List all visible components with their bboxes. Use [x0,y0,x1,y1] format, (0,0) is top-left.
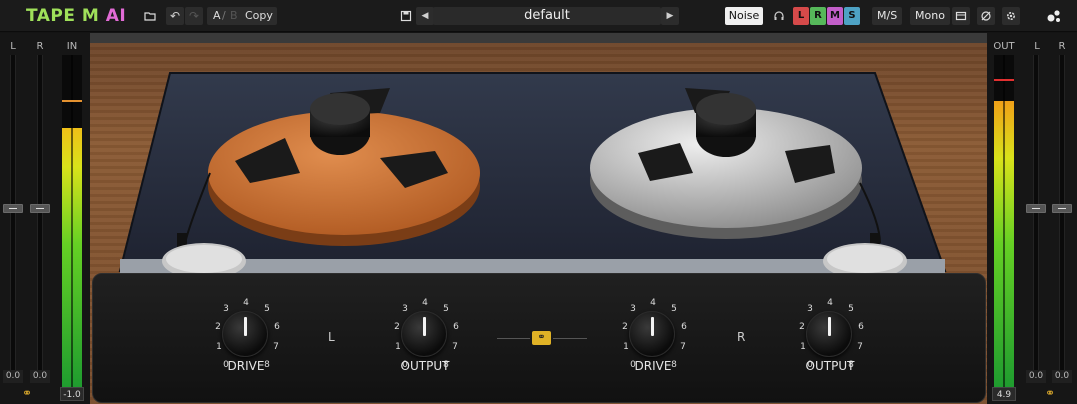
input-meter-value: -1.0 [60,387,84,401]
output-meter-value: 4.9 [992,387,1016,401]
knob-tick-label: 1 [623,342,629,352]
left-output-label: OUTPUT [400,359,450,373]
app-title-ai: AI [105,6,127,26]
app-title-main: TAPE M [26,6,100,26]
channel-link-control: ⚭ [497,331,587,345]
output-r-slider-handle[interactable] [1052,204,1072,213]
input-l-slider-handle[interactable] [3,204,23,213]
input-link-icon[interactable]: ⚭ [17,386,37,400]
input-meter-divider [71,55,73,387]
input-meter-panel: L R IN 0.0 0.0 ⚭ -1.0 [0,33,90,404]
window-icon[interactable] [952,7,970,25]
mono-button[interactable]: Mono [910,7,950,25]
control-panel: 012345678 DRIVE L 012345678 OUTPUT ⚭ 012… [92,273,986,403]
link-line-left [497,338,530,339]
knob-tick-label: 6 [858,322,864,332]
brand-logo-icon[interactable] [1045,7,1063,25]
input-peak-marker [62,100,82,103]
output-r-label: R [1058,41,1066,52]
ab-b-button[interactable]: B [230,7,238,25]
left-drive-knob[interactable]: 012345678 [201,298,289,388]
channel-r-button[interactable]: R [810,7,826,25]
knob-tick-label: 5 [848,304,854,314]
ab-separator: / [222,9,226,22]
right-drive-knob[interactable]: 012345678 [608,298,696,388]
right-output-label: OUTPUT [805,359,855,373]
ab-a-button[interactable]: A [213,7,221,25]
input-meter-label: IN [66,41,78,52]
knob-tick-label: 3 [807,304,813,314]
knob-tick-label: 7 [452,342,458,352]
output-meter-label: OUT [993,41,1015,52]
output-link-icon[interactable]: ⚭ [1040,386,1060,400]
input-l-label: L [10,41,16,52]
output-l-label: L [1034,41,1040,52]
input-r-label: R [36,41,44,52]
channel-m-button[interactable]: M [827,7,843,25]
headphones-icon [770,7,788,25]
knob-tick-label: 4 [243,298,249,308]
output-level-meter [994,55,1014,387]
next-preset-icon[interactable]: ▶ [661,7,679,25]
knob-body[interactable] [222,311,268,357]
ms-button[interactable]: M/S [872,7,903,25]
knob-tick-label: 1 [216,342,222,352]
knob-tick-label: 4 [422,298,428,308]
input-level-meter [62,55,82,387]
knob-tick-label: 7 [680,342,686,352]
knob-body[interactable] [629,311,675,357]
bypass-icon[interactable] [977,7,995,25]
folder-icon[interactable] [141,7,159,25]
right-drive-label: DRIVE [634,359,672,373]
right-channel-label: R [737,330,746,344]
knob-tick-label: 3 [402,304,408,314]
ab-compare-group: A / B Copy [207,7,277,25]
channel-l-button[interactable]: L [793,7,809,25]
input-l-value[interactable]: 0.0 [3,370,23,383]
knob-tick-label: 6 [453,322,459,332]
output-meter-divider [1003,55,1005,387]
output-l-slider-handle[interactable] [1026,204,1046,213]
noise-button[interactable]: Noise [725,7,763,25]
left-drive-label: DRIVE [227,359,265,373]
knob-tick-label: 7 [273,342,279,352]
preset-name-display[interactable]: default [433,7,661,25]
redo-icon[interactable]: ↷ [185,7,203,25]
output-peak-marker [994,79,1014,82]
channel-s-button[interactable]: S [844,7,860,25]
knob-tick-label: 5 [443,304,449,314]
left-output-knob[interactable]: 012345678 [380,298,468,388]
left-channel-label: L [328,330,335,344]
output-meter-panel: OUT L R 4.9 0.0 0.0 ⚭ [987,33,1077,404]
knob-tick-label: 1 [800,342,806,352]
right-output-knob[interactable]: 012345678 [785,298,873,388]
prev-preset-icon[interactable]: ◀ [416,7,434,25]
top-toolbar: TAPE M AI ↶ ↷ A / B Copy ◀ default ▶ Noi… [0,0,1077,32]
knob-tick-label: 4 [650,298,656,308]
link-icon[interactable]: ⚭ [532,331,551,345]
knob-tick-label: 7 [857,342,863,352]
app-title: TAPE M AI [26,5,126,27]
knob-tick-label: 3 [630,304,636,314]
copy-button[interactable]: Copy [245,7,273,25]
undo-icon[interactable]: ↶ [166,7,184,25]
save-icon[interactable] [397,7,415,25]
knob-tick-label: 6 [681,322,687,332]
knob-tick-label: 4 [827,298,833,308]
knob-tick-label: 3 [223,304,229,314]
knob-body[interactable] [806,311,852,357]
output-r-value[interactable]: 0.0 [1052,370,1072,383]
knob-tick-label: 1 [395,342,401,352]
link-line-right [553,338,587,339]
input-r-slider-handle[interactable] [30,204,50,213]
knob-tick-label: 5 [671,304,677,314]
knob-tick-label: 5 [264,304,270,314]
knob-body[interactable] [401,311,447,357]
gear-icon[interactable] [1002,7,1020,25]
output-l-value[interactable]: 0.0 [1026,370,1046,383]
knob-tick-label: 6 [274,322,280,332]
input-r-value[interactable]: 0.0 [30,370,50,383]
